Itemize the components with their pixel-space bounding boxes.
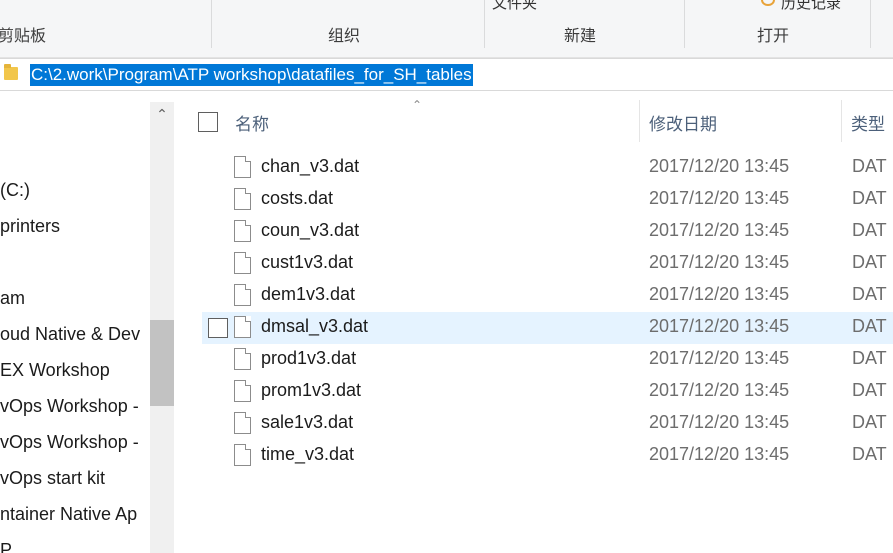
file-icon — [234, 252, 251, 274]
file-row[interactable]: chan_v3.dat 2017/12/20 13:45 DAT — [202, 152, 893, 184]
file-row[interactable]: coun_v3.dat 2017/12/20 13:45 DAT — [202, 216, 893, 248]
nav-scroll-thumb[interactable] — [150, 320, 174, 406]
file-type: DAT — [852, 284, 887, 304]
group-new: 新建 — [564, 26, 597, 45]
file-icon — [234, 444, 251, 466]
file-name: cust1v3.dat — [261, 252, 354, 272]
file-modified: 2017/12/20 13:45 — [649, 316, 790, 336]
folder-icon — [4, 64, 18, 80]
address-path[interactable]: C:\2.work\Program\ATP workshop\datafiles… — [30, 64, 473, 86]
nav-item[interactable]: (C:) — [0, 180, 150, 201]
nav-item[interactable]: EX Workshop — [0, 360, 150, 381]
nav-item[interactable]: ntainer Native Ap — [0, 504, 150, 525]
file-row[interactable]: cust1v3.dat 2017/12/20 13:45 DAT — [202, 248, 893, 280]
file-name: dmsal_v3.dat — [261, 316, 369, 336]
file-type: DAT — [852, 156, 887, 176]
column-divider[interactable] — [639, 100, 640, 142]
file-modified: 2017/12/20 13:45 — [649, 156, 790, 176]
ribbon-folder-label[interactable]: 文件夹 — [492, 0, 537, 13]
file-type: DAT — [852, 348, 887, 368]
scroll-up-arrow-icon[interactable]: ⌃ — [150, 102, 174, 128]
file-name: coun_v3.dat — [261, 220, 360, 240]
file-name: sale1v3.dat — [261, 412, 354, 432]
file-modified: 2017/12/20 13:45 — [649, 284, 790, 304]
nav-item[interactable]: vOps Workshop - — [0, 432, 150, 453]
file-modified: 2017/12/20 13:45 — [649, 380, 790, 400]
file-modified: 2017/12/20 13:45 — [649, 444, 790, 464]
file-row[interactable]: prom1v3.dat 2017/12/20 13:45 DAT — [202, 376, 893, 408]
file-row[interactable]: time_v3.dat 2017/12/20 13:45 DAT — [202, 440, 893, 472]
ribbon-divider — [484, 0, 485, 48]
select-all-checkbox[interactable] — [198, 112, 218, 132]
sort-ascending-icon: ⌃ — [412, 98, 423, 112]
file-icon — [234, 412, 251, 434]
file-name: costs.dat — [261, 188, 334, 208]
file-icon — [234, 380, 251, 402]
file-type: DAT — [852, 380, 887, 400]
group-organize: 组织 — [328, 26, 361, 45]
file-type: DAT — [852, 220, 887, 240]
file-modified: 2017/12/20 13:45 — [649, 412, 790, 432]
nav-item[interactable]: oud Native & Dev — [0, 324, 150, 345]
file-icon — [234, 348, 251, 370]
file-icon — [234, 316, 251, 338]
file-name: chan_v3.dat — [261, 156, 360, 176]
group-open: 打开 — [757, 26, 790, 45]
file-type: DAT — [852, 444, 887, 464]
file-name: prod1v3.dat — [261, 348, 357, 368]
column-header-type[interactable]: 类型 — [851, 110, 885, 135]
file-modified: 2017/12/20 13:45 — [649, 188, 790, 208]
column-divider[interactable] — [841, 100, 842, 142]
column-header-modified[interactable]: 修改日期 — [649, 110, 717, 135]
column-header-row: ⌃ 名称 修改日期 类型 — [176, 92, 893, 148]
file-modified: 2017/12/20 13:45 — [649, 252, 790, 272]
group-clipboard: 剪贴板 — [0, 26, 47, 45]
file-type: DAT — [852, 316, 887, 336]
file-row[interactable]: sale1v3.dat 2017/12/20 13:45 DAT — [202, 408, 893, 440]
nav-item[interactable]: am — [0, 288, 150, 309]
file-modified: 2017/12/20 13:45 — [649, 220, 790, 240]
nav-item[interactable]: vOps Workshop - — [0, 396, 150, 417]
file-icon — [234, 188, 251, 210]
file-name: prom1v3.dat — [261, 380, 362, 400]
file-type: DAT — [852, 188, 887, 208]
file-row[interactable]: costs.dat 2017/12/20 13:45 DAT — [202, 184, 893, 216]
file-type: DAT — [852, 252, 887, 272]
file-row-hovered[interactable]: dmsal_v3.dat 2017/12/20 13:45 DAT — [202, 312, 893, 344]
file-name: time_v3.dat — [261, 444, 355, 464]
row-checkbox[interactable] — [208, 318, 228, 338]
file-name: dem1v3.dat — [261, 284, 356, 304]
ribbon: 文件夹 历史记录 剪贴板 组织 新建 打开 — [0, 0, 893, 58]
file-icon — [234, 156, 251, 178]
file-icon — [234, 220, 251, 242]
file-type: DAT — [852, 412, 887, 432]
file-row[interactable]: prod1v3.dat 2017/12/20 13:45 DAT — [202, 344, 893, 376]
file-modified: 2017/12/20 13:45 — [649, 348, 790, 368]
nav-item[interactable]: vOps start kit — [0, 468, 150, 489]
file-list: ⌃ 名称 修改日期 类型 chan_v3.dat 2017/12/20 13:4… — [176, 92, 893, 553]
history-icon — [761, 0, 775, 6]
nav-item[interactable]: printers — [0, 216, 150, 237]
ribbon-divider — [870, 0, 871, 48]
navigation-pane: (C:) printers am oud Native & Dev EX Wor… — [0, 92, 176, 553]
ribbon-divider — [211, 0, 212, 48]
ribbon-history-label[interactable]: 历史记录 — [781, 0, 841, 13]
file-row[interactable]: dem1v3.dat 2017/12/20 13:45 DAT — [202, 280, 893, 312]
address-bar[interactable]: C:\2.work\Program\ATP workshop\datafiles… — [0, 58, 893, 91]
column-header-name[interactable]: 名称 — [235, 110, 269, 135]
file-icon — [234, 284, 251, 306]
ribbon-divider — [684, 0, 685, 48]
nav-item[interactable]: P — [0, 540, 150, 553]
